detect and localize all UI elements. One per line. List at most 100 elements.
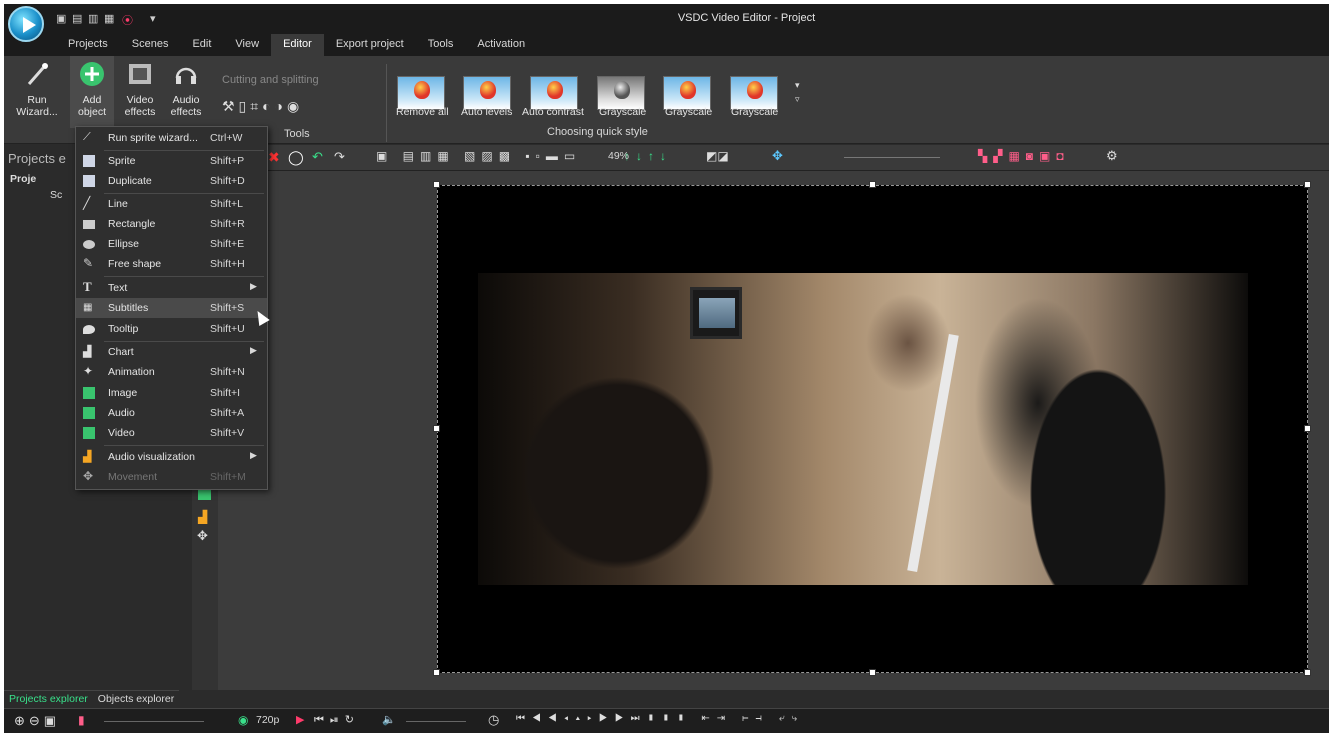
transport-icons[interactable]: ⏮◀◀◂▴▸▶▶⏭▮▮▮ ⇤⇥ ⊢⊣ ⤶⤷	[516, 713, 876, 724]
menu-item-label: Duplicate	[108, 175, 152, 187]
tab-projects-explorer[interactable]: Projects explorer	[4, 690, 93, 708]
resize-handle[interactable]	[433, 425, 440, 432]
play-icon[interactable]: ▶	[296, 713, 304, 726]
menu-item-subtitles[interactable]: ▦ Subtitles Shift+S	[76, 298, 267, 318]
menu-item-label: Chart	[108, 346, 134, 358]
arrange-arrow-icons[interactable]: ↑↓↑↓	[624, 149, 704, 163]
run-wizard-button[interactable]: Run Wizard...	[10, 56, 64, 118]
ellipse-icon	[83, 240, 95, 249]
menu-item-video[interactable]: Video Shift+V	[76, 423, 267, 443]
add-icon	[78, 60, 106, 88]
tab-tools[interactable]: Tools	[416, 34, 466, 56]
menu-item-shortcut: Shift+D	[210, 175, 245, 187]
tab-scenes[interactable]: Scenes	[120, 34, 181, 56]
animation-icon: ✦	[83, 364, 94, 378]
resize-handle[interactable]	[433, 669, 440, 676]
menu-item-line[interactable]: ╱ Line Shift+L	[76, 194, 267, 214]
menu-item-ellipse[interactable]: Ellipse Shift+E	[76, 234, 267, 254]
clock-icon[interactable]: ◷	[488, 712, 499, 728]
marker-icon[interactable]: ▮	[78, 713, 85, 727]
film-icon	[126, 60, 154, 88]
quick-style-thumb-remove-all[interactable]	[397, 76, 445, 110]
free-shape-icon: ✎	[83, 256, 94, 270]
menu-item-image[interactable]: Image Shift+I	[76, 383, 267, 403]
chart-icon: ▟	[83, 346, 92, 358]
tab-view[interactable]: View	[223, 34, 271, 56]
horizontal-scrollbar[interactable]	[192, 690, 1329, 708]
movement-tool-icon[interactable]: ✥	[197, 528, 208, 544]
menu-item-chart[interactable]: ▟ Chart ▶	[76, 342, 267, 362]
align-icons[interactable]: ▣ ▤▥▦ ▧▨▩ ▪▫▬▭	[376, 149, 616, 163]
projects-explorer-title: Projects e	[8, 151, 66, 166]
volume-icon[interactable]: 🔈	[382, 713, 396, 726]
app-logo-icon[interactable]	[8, 6, 44, 42]
tab-edit[interactable]: Edit	[180, 34, 223, 56]
menu-item-movement: ✥ Movement Shift+M	[76, 467, 267, 487]
tab-export-project[interactable]: Export project	[324, 34, 416, 56]
preview-eye-icon[interactable]: ◉	[238, 713, 248, 727]
quick-style-thumb-auto-levels[interactable]	[463, 76, 511, 110]
cutting-splitting-label[interactable]: Cutting and splitting	[222, 74, 319, 86]
menu-item-run-sprite-wizard[interactable]: ⟋ Run sprite wizard... Ctrl+W	[76, 128, 267, 148]
resize-handle[interactable]	[1304, 425, 1311, 432]
menu-item-tooltip[interactable]: Tooltip Shift+U	[76, 319, 267, 339]
resize-handle[interactable]	[433, 181, 440, 188]
quick-style-thumb-grayscale-2[interactable]	[663, 76, 711, 110]
menu-item-free-shape[interactable]: ✎ Free shape Shift+H	[76, 254, 267, 274]
zoom-level[interactable]: 49%	[608, 150, 629, 162]
tools-group-label: Tools	[284, 128, 310, 140]
audio-visualization-tool-icon[interactable]: ▟	[198, 510, 207, 524]
layer-icons[interactable]: ◩◪	[706, 149, 746, 163]
quick-style-thumb-grayscale-1[interactable]	[597, 76, 645, 110]
quick-style-scroll-icon[interactable]: ▾ ▿	[795, 78, 800, 106]
movement-icon: ✥	[83, 469, 94, 483]
tab-editor[interactable]: Editor	[271, 34, 324, 56]
tab-activation[interactable]: Activation	[465, 34, 537, 56]
menu-item-label: Movement	[108, 471, 158, 483]
resize-handle[interactable]	[1304, 669, 1311, 676]
delete-icon[interactable]: ✖	[268, 149, 282, 165]
video-frame-image[interactable]	[478, 273, 1248, 585]
tab-projects[interactable]: Projects	[56, 34, 120, 56]
menu-item-animation[interactable]: ✦ Animation Shift+N	[76, 362, 267, 382]
menu-item-rectangle[interactable]: Rectangle Shift+R	[76, 214, 267, 234]
undo-icon[interactable]: ↶	[312, 149, 326, 164]
menu-item-label: Text	[108, 282, 128, 294]
menu-item-audio-visualization[interactable]: ▟ Audio visualization ▶	[76, 447, 267, 467]
quick-style-label: Grayscale	[665, 106, 713, 118]
circle-icon[interactable]: ◯	[288, 149, 304, 165]
settings-gear-icon[interactable]: ⚙	[1106, 148, 1120, 163]
zoom-slider[interactable]	[844, 157, 940, 158]
add-object-button[interactable]: Add object	[70, 56, 114, 128]
audio-effects-label: Audio effects	[170, 94, 202, 118]
resize-handle[interactable]	[869, 669, 876, 676]
tooltip-icon	[83, 325, 95, 334]
preview-resolution[interactable]: 720p	[256, 714, 279, 726]
snap-icons[interactable]: ▚▞▦◙▣◘	[978, 149, 1108, 163]
menu-item-label: Sprite	[108, 155, 136, 167]
menu-item-audio[interactable]: Audio Shift+A	[76, 403, 267, 423]
tree-root-project[interactable]: Proje	[10, 173, 36, 185]
playback-mode-icons[interactable]: ⏮⏯↻	[314, 713, 360, 727]
resize-handle[interactable]	[869, 181, 876, 188]
timeline-zoom-slider[interactable]	[104, 721, 204, 722]
tree-child-scene[interactable]: Sc	[50, 189, 62, 201]
menu-item-shortcut: Shift+H	[210, 258, 245, 270]
quick-style-thumb-auto-contrast[interactable]	[530, 76, 578, 110]
menu-item-shortcut: Shift+N	[210, 366, 245, 378]
quick-style-label: Grayscale	[731, 106, 779, 118]
menu-item-text[interactable]: T Text ▶	[76, 278, 267, 298]
tab-objects-explorer[interactable]: Objects explorer	[92, 690, 180, 708]
tools-icons-row[interactable]: ⚒▯⌗◐◑◉	[222, 98, 303, 115]
quick-style-thumb-grayscale-3[interactable]	[730, 76, 778, 110]
volume-slider[interactable]	[406, 721, 466, 722]
audio-effects-button[interactable]: Audio effects	[164, 56, 208, 118]
menu-item-duplicate[interactable]: Duplicate Shift+D	[76, 171, 267, 191]
redo-icon[interactable]: ↷	[334, 149, 348, 164]
menu-item-label: Tooltip	[108, 323, 139, 335]
menu-item-sprite[interactable]: Sprite Shift+P	[76, 151, 267, 171]
video-effects-button[interactable]: Video effects	[118, 56, 162, 118]
crosshair-icon[interactable]: ✥	[772, 148, 786, 163]
resize-handle[interactable]	[1304, 181, 1311, 188]
zoom-controls-icons[interactable]: ⊕⊖▣	[14, 713, 60, 729]
